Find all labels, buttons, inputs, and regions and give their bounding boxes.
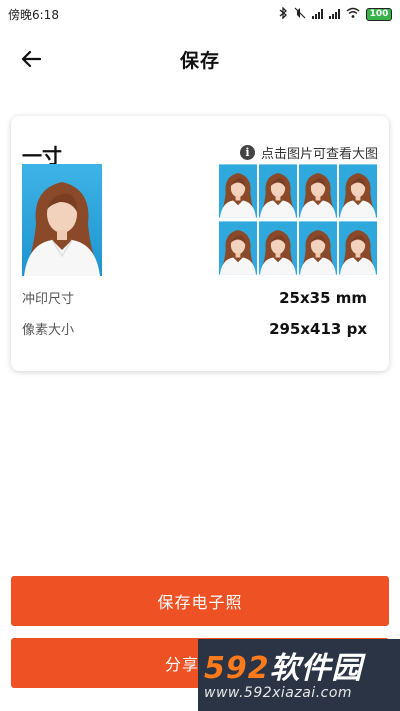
sheet-thumbnail (339, 221, 377, 275)
spec-row-print-size: 冲印尺寸 25x35 mm (22, 288, 367, 308)
spec-row-pixel-size: 像素大小 295x413 px (22, 319, 367, 339)
spec-label: 冲印尺寸 (22, 292, 75, 307)
spec-value: 295x413 px (269, 319, 367, 338)
arrow-left-icon (21, 50, 41, 68)
spec-value: 25x35 mm (279, 288, 367, 307)
single-photo-preview[interactable] (22, 164, 102, 276)
bluetooth-icon (279, 5, 288, 22)
sheet-thumbnail (219, 164, 257, 218)
site-watermark-logo: 592软件园 www.592xiazai.com (198, 639, 400, 711)
view-hint-text: 点击图片可查看大图 (260, 147, 378, 162)
status-bar: 傍晚6:18 100 (0, 0, 400, 28)
sheet-thumbnail (219, 221, 257, 275)
spec-label: 像素大小 (22, 323, 75, 338)
watermark-brand: 592软件园 (204, 651, 363, 686)
sheet-thumbnail (259, 221, 297, 275)
signal-icon-1 (312, 9, 323, 19)
wifi-icon (346, 7, 360, 21)
battery-icon: 100 (366, 7, 392, 21)
sheet-thumbnail (339, 164, 377, 218)
save-photo-button[interactable]: 保存电子照 (11, 576, 389, 626)
portrait-photo-image (22, 164, 102, 276)
status-icons: 100 (279, 5, 392, 22)
mute-icon (294, 7, 306, 22)
page-title: 保存 (179, 49, 220, 72)
photo-sheet-preview[interactable] (219, 164, 378, 276)
back-button[interactable] (18, 46, 44, 72)
sheet-thumbnail (259, 164, 297, 218)
info-icon: i (239, 145, 255, 160)
header: 保存 (0, 40, 400, 78)
view-hint: i 点击图片可查看大图 (239, 143, 378, 162)
sheet-thumbnail (299, 164, 337, 218)
watermark-url: www.592xiazai.com (204, 685, 353, 701)
photo-card: 一寸 i 点击图片可查看大图 冲印尺寸 25x35 mm 像素大小 295x41… (11, 116, 389, 371)
signal-icon-2 (329, 9, 340, 19)
status-time: 傍晚6:18 (8, 7, 59, 22)
sheet-thumbnail (299, 221, 337, 275)
